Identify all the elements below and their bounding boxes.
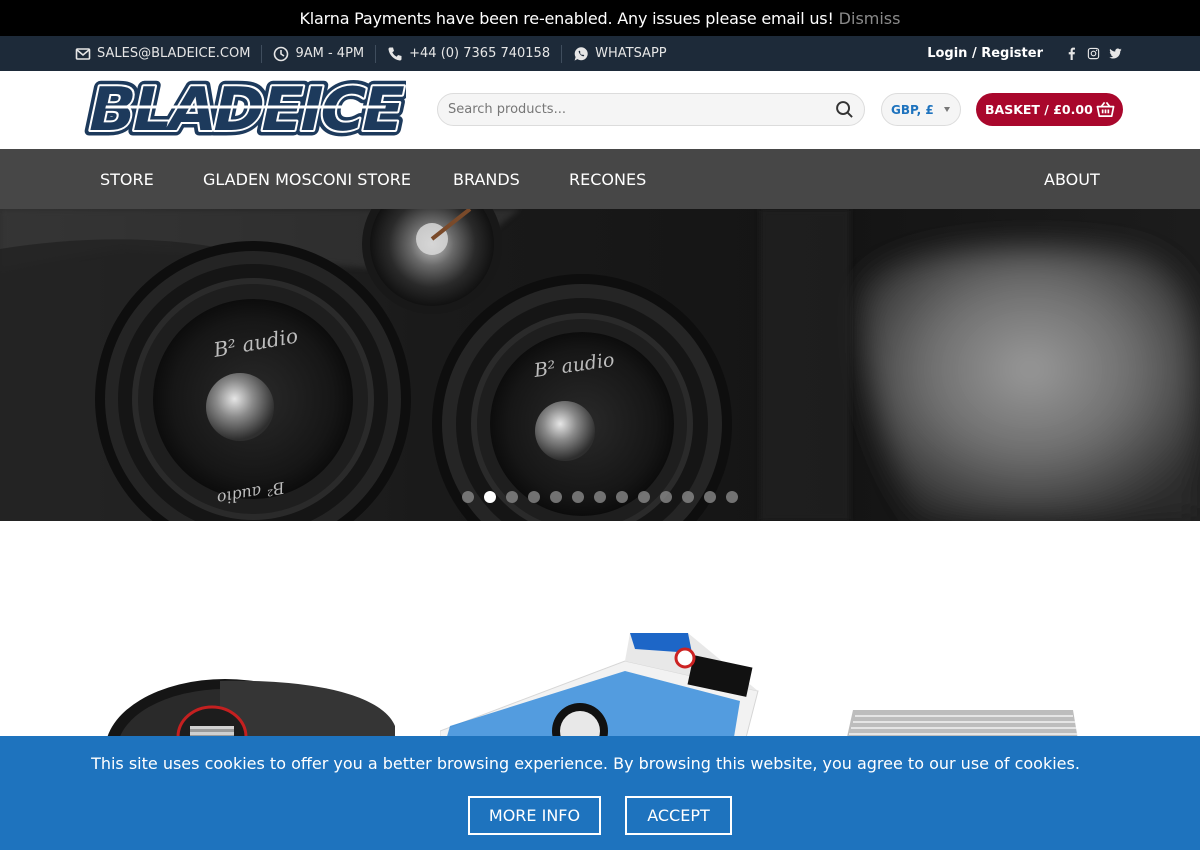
site-header: BLADEICE BLADEICE BLADEICE GBP, £ BASKET… [0,71,1200,149]
bladeice-logo[interactable]: BLADEICE BLADEICE BLADEICE [80,77,406,139]
whatsapp-link[interactable]: WHATSAPP [562,45,678,63]
basket-icon [1096,101,1115,118]
nav-brands[interactable]: BRANDS [453,149,520,209]
hours-text: 9AM - 4PM [295,46,365,61]
hours-item: 9AM - 4PM [262,45,375,63]
phone-text: +44 (0) 7365 740158 [409,46,551,61]
slider-dot[interactable] [660,491,672,503]
slider-dot[interactable] [462,491,474,503]
slider-dot[interactable] [506,491,518,503]
email-link[interactable]: SALES@BLADEICE.COM [75,45,261,63]
whatsapp-icon [574,46,588,61]
slider-dot[interactable] [550,491,562,503]
basket-label: BASKET / £0.00 [985,102,1093,117]
accept-button[interactable]: ACCEPT [625,796,732,835]
cookie-text: This site uses cookies to offer you a be… [91,754,1080,773]
slider-dot[interactable] [594,491,606,503]
currency-select[interactable]: GBP, £ [881,93,961,126]
cookie-banner: This site uses cookies to offer you a be… [0,736,1200,850]
dismiss-link[interactable]: Dismiss [839,9,901,28]
facebook-icon[interactable] [1065,47,1078,60]
nav-about[interactable]: ABOUT [1044,149,1100,209]
slider-dot[interactable] [616,491,628,503]
slider-dot[interactable] [638,491,650,503]
account-social: Login / Register [927,36,1122,71]
more-info-button[interactable]: MORE INFO [468,796,601,835]
nav-store[interactable]: STORE [100,149,154,209]
phone-link[interactable]: +44 (0) 7365 740158 [376,45,561,63]
main-nav: STORE GLADEN MOSCONI STORE BRANDS RECONE… [0,149,1200,209]
basket-button[interactable]: BASKET / £0.00 [976,93,1123,126]
slider-dot[interactable] [682,491,694,503]
instagram-icon[interactable] [1087,47,1100,60]
search-bar [437,93,865,126]
contact-info: SALES@BLADEICE.COM 9AM - 4PM +44 (0) 736… [75,36,678,71]
hero-slider[interactable]: B² audio B² audio B² audio [0,209,1200,521]
top-bar: SALES@BLADEICE.COM 9AM - 4PM +44 (0) 736… [0,36,1200,71]
search-icon[interactable] [835,100,854,119]
currency-value: GBP, £ [891,102,934,117]
hero-image: B² audio B² audio B² audio [0,209,1200,521]
social-links [1065,47,1122,60]
twitter-icon[interactable] [1109,47,1122,60]
nav-gladen-mosconi-store[interactable]: GLADEN MOSCONI STORE [203,149,411,209]
phone-icon [388,47,402,61]
slider-dot[interactable] [572,491,584,503]
chevron-down-icon [944,107,950,112]
slider-dot[interactable] [484,491,496,503]
login-register-link[interactable]: Login / Register [927,46,1043,61]
slider-dots [462,491,738,503]
nav-recones[interactable]: RECONES [569,149,646,209]
search-input[interactable] [448,102,835,117]
notice-message: Klarna Payments have been re-enabled. An… [299,8,834,28]
clock-icon [274,46,289,61]
slider-dot[interactable] [726,491,738,503]
slider-dot[interactable] [528,491,540,503]
store-notice: Klarna Payments have been re-enabled. An… [0,0,1200,36]
whatsapp-text: WHATSAPP [595,46,667,61]
email-text: SALES@BLADEICE.COM [97,46,251,61]
envelope-icon [75,47,91,60]
slider-dot[interactable] [704,491,716,503]
